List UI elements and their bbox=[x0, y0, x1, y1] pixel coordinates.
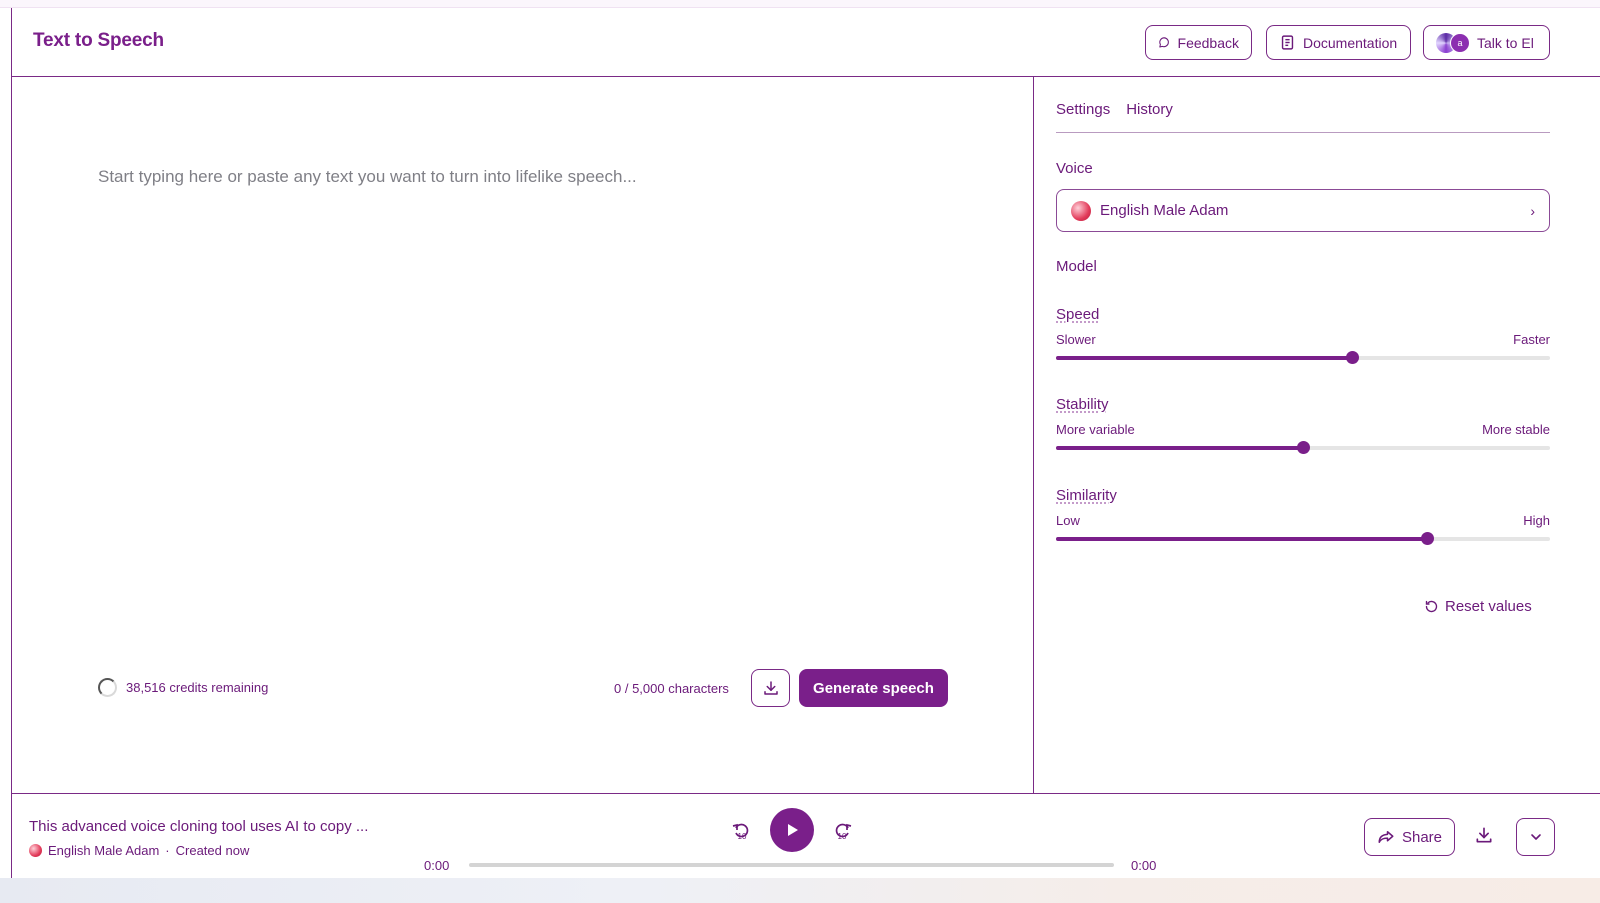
download-icon bbox=[763, 681, 778, 695]
avatar: a bbox=[1450, 32, 1470, 53]
download-button[interactable] bbox=[751, 669, 790, 707]
talk-to-el-button[interactable]: a Talk to El bbox=[1423, 25, 1550, 60]
skip-forward-seconds: 10 bbox=[838, 832, 847, 841]
text-editor-panel[interactable]: Start typing here or paste any text you … bbox=[12, 77, 1034, 793]
speed-title: Speed bbox=[1056, 306, 1100, 323]
voice-label: Voice bbox=[1056, 160, 1093, 177]
reset-values-label: Reset values bbox=[1445, 598, 1532, 615]
play-icon bbox=[788, 824, 798, 836]
stability-slider-thumb[interactable] bbox=[1297, 441, 1310, 454]
stability-title: Stability bbox=[1056, 396, 1109, 413]
credits-indicator: 38,516 credits remaining bbox=[98, 678, 268, 697]
time-current: 0:00 bbox=[424, 858, 450, 873]
voice-selector[interactable]: English Male Adam › bbox=[1056, 189, 1550, 232]
similarity-slider-block: Similarity Low High bbox=[1056, 487, 1550, 545]
voice-value: English Male Adam bbox=[1100, 202, 1229, 219]
documentation-label: Documentation bbox=[1303, 34, 1398, 51]
skip-forward-10-button[interactable]: 10 bbox=[830, 818, 854, 844]
text-input-placeholder[interactable]: Start typing here or paste any text you … bbox=[98, 167, 637, 187]
stability-max-label: More stable bbox=[1482, 422, 1550, 437]
header: Text to Speech Feedback Documentation a … bbox=[12, 8, 1600, 77]
play-button[interactable] bbox=[770, 808, 814, 852]
speed-max-label: Faster bbox=[1513, 332, 1550, 347]
share-label: Share bbox=[1401, 828, 1443, 846]
speed-slider-block: Speed Slower Faster bbox=[1056, 306, 1550, 364]
time-total: 0:00 bbox=[1131, 858, 1157, 873]
chat-bubble-icon bbox=[1159, 37, 1169, 48]
player-created: Created now bbox=[175, 843, 250, 858]
progress-bar[interactable] bbox=[469, 863, 1114, 867]
settings-panel: Settings History Voice English Male Adam… bbox=[1035, 77, 1600, 793]
download-icon bbox=[1476, 827, 1492, 843]
share-button[interactable]: Share bbox=[1364, 818, 1455, 856]
meta-separator: · bbox=[165, 843, 170, 858]
share-icon bbox=[1378, 831, 1394, 843]
similarity-slider[interactable] bbox=[1056, 532, 1550, 545]
talk-to-el-label: Talk to El bbox=[1477, 34, 1534, 51]
stability-slider-block: Stability More variable More stable bbox=[1056, 396, 1550, 454]
player-voice: English Male Adam bbox=[48, 843, 160, 858]
credits-text: 38,516 credits remaining bbox=[126, 680, 269, 695]
browser-top-strip bbox=[0, 0, 1600, 8]
player-title: This advanced voice cloning tool uses AI… bbox=[29, 818, 369, 835]
collapse-player-button[interactable] bbox=[1516, 818, 1555, 856]
chevron-right-icon: › bbox=[1530, 203, 1535, 219]
audio-player: This advanced voice cloning tool uses AI… bbox=[12, 793, 1600, 878]
app-window: Text to Speech Feedback Documentation a … bbox=[11, 8, 1600, 878]
stability-min-label: More variable bbox=[1056, 422, 1135, 437]
similarity-slider-thumb[interactable] bbox=[1420, 532, 1434, 545]
similarity-slider-fill bbox=[1056, 537, 1427, 541]
credits-ring-icon bbox=[98, 678, 117, 697]
speed-min-label: Slower bbox=[1056, 332, 1096, 347]
tab-settings[interactable]: Settings bbox=[1056, 101, 1110, 132]
tab-history[interactable]: History bbox=[1126, 101, 1173, 132]
player-meta: English Male Adam · Created now bbox=[29, 843, 249, 858]
stability-slider-fill bbox=[1056, 446, 1303, 450]
skip-back-10-button[interactable]: 10 bbox=[730, 818, 754, 844]
rewind-10-icon: 10 bbox=[732, 823, 749, 841]
skip-back-seconds: 10 bbox=[738, 832, 747, 841]
speed-slider[interactable] bbox=[1056, 351, 1550, 364]
reset-icon bbox=[1425, 600, 1438, 613]
page-title: Text to Speech bbox=[33, 30, 164, 51]
chevron-down-icon bbox=[1530, 834, 1541, 840]
stability-slider[interactable] bbox=[1056, 441, 1550, 454]
voice-avatar-icon bbox=[1071, 200, 1091, 221]
taskbar-strip bbox=[0, 878, 1600, 903]
reset-values-button[interactable]: Reset values bbox=[1424, 598, 1532, 615]
similarity-title: Similarity bbox=[1056, 487, 1117, 504]
document-icon bbox=[1281, 35, 1294, 50]
feedback-label: Feedback bbox=[1177, 34, 1239, 51]
speed-slider-fill bbox=[1056, 356, 1353, 360]
forward-10-icon: 10 bbox=[835, 823, 852, 841]
feedback-button[interactable]: Feedback bbox=[1145, 25, 1252, 60]
similarity-max-label: High bbox=[1523, 513, 1550, 528]
avatar-group: a bbox=[1436, 32, 1470, 53]
similarity-min-label: Low bbox=[1056, 513, 1080, 528]
player-download-button[interactable] bbox=[1474, 825, 1494, 850]
model-label: Model bbox=[1056, 258, 1097, 275]
speed-slider-thumb[interactable] bbox=[1346, 351, 1360, 364]
settings-tabs: Settings History bbox=[1056, 101, 1550, 133]
documentation-button[interactable]: Documentation bbox=[1266, 25, 1411, 60]
character-count: 0 / 5,000 characters bbox=[614, 681, 729, 696]
voice-avatar-icon bbox=[29, 844, 42, 857]
generate-speech-button[interactable]: Generate speech bbox=[799, 669, 948, 707]
